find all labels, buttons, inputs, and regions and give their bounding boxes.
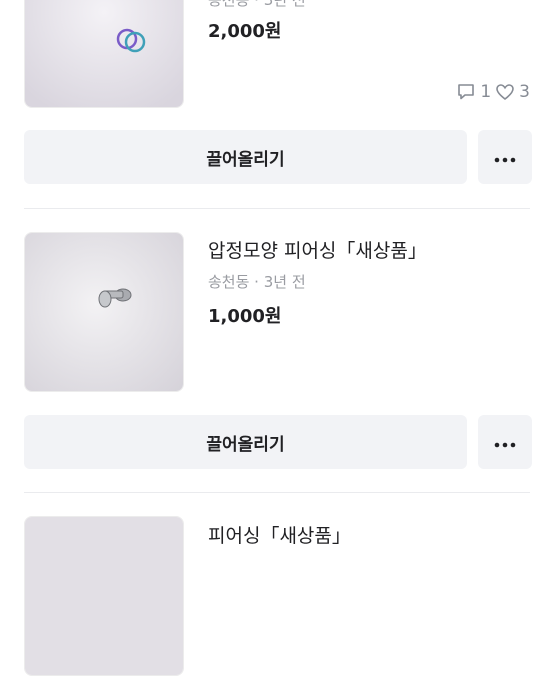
more-options-button[interactable] bbox=[478, 415, 532, 469]
chat-count: 1 bbox=[480, 82, 492, 102]
more-options-button[interactable] bbox=[478, 130, 532, 184]
listing-meta: 송천동 · 3년 전 bbox=[208, 0, 306, 9]
listing-stats: 1 3 bbox=[456, 82, 530, 102]
listing-title[interactable]: 압정모양 피어싱「새상품」 bbox=[208, 236, 427, 263]
listing-divider bbox=[24, 492, 530, 493]
like-count: 3 bbox=[519, 82, 530, 102]
more-horizontal-icon bbox=[494, 148, 516, 167]
listing-price: 1,000원 bbox=[208, 306, 282, 327]
heart-icon bbox=[495, 82, 515, 102]
bump-up-button[interactable]: 끌어올리기 bbox=[24, 130, 467, 184]
product-thumbnail[interactable] bbox=[24, 0, 184, 108]
listing-price: 2,000원 bbox=[208, 21, 282, 42]
product-thumbnail[interactable] bbox=[24, 232, 184, 392]
bump-up-button[interactable]: 끌어올리기 bbox=[24, 415, 467, 469]
listing-divider bbox=[24, 208, 530, 209]
product-thumbnail[interactable] bbox=[24, 516, 184, 676]
more-horizontal-icon bbox=[494, 433, 516, 452]
chat-bubble-icon bbox=[456, 82, 476, 102]
listing-title[interactable]: 피어싱「새상품」 bbox=[208, 521, 351, 548]
listing-meta: 송천동 · 3년 전 bbox=[208, 273, 306, 291]
